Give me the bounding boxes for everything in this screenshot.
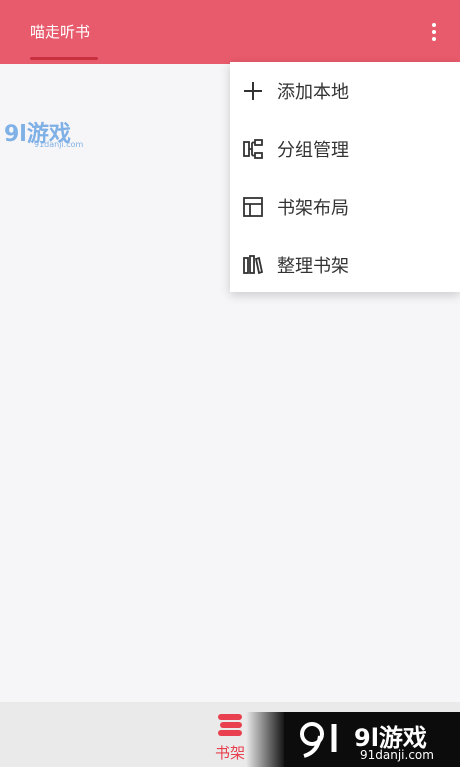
tab-indicator	[30, 57, 98, 60]
logo-icon	[300, 722, 337, 758]
app-bar: 喵走听书	[0, 0, 460, 64]
more-vert-icon	[432, 23, 436, 27]
badge-url: 91danji.com	[360, 748, 434, 762]
watermark-badge: 9l游戏 91danji.com	[284, 712, 460, 767]
menu-item-organize-shelf[interactable]: 整理书架	[230, 236, 460, 294]
overflow-menu: 添加本地 分组管理 书架布局 整理书架	[230, 62, 460, 292]
more-options-button[interactable]	[422, 16, 446, 48]
menu-item-shelf-layout[interactable]: 书架布局	[230, 178, 460, 236]
watermark-url: 91danji.com	[34, 140, 84, 149]
layout-icon	[243, 197, 263, 217]
watermark: 9l游戏 91danji.com	[4, 116, 100, 152]
shelf-icon	[218, 714, 242, 736]
badge-fade	[246, 712, 286, 767]
menu-item-label: 书架布局	[277, 198, 349, 219]
menu-item-add-local[interactable]: 添加本地	[230, 62, 460, 120]
menu-item-label: 整理书架	[277, 256, 349, 277]
menu-item-label: 添加本地	[277, 82, 349, 103]
tab-title[interactable]: 喵走听书	[30, 21, 90, 42]
menu-item-group-manage[interactable]: 分组管理	[230, 120, 460, 178]
menu-item-label: 分组管理	[277, 140, 349, 161]
books-icon	[243, 255, 264, 275]
group-tree-icon	[243, 139, 263, 159]
plus-icon	[244, 82, 262, 100]
